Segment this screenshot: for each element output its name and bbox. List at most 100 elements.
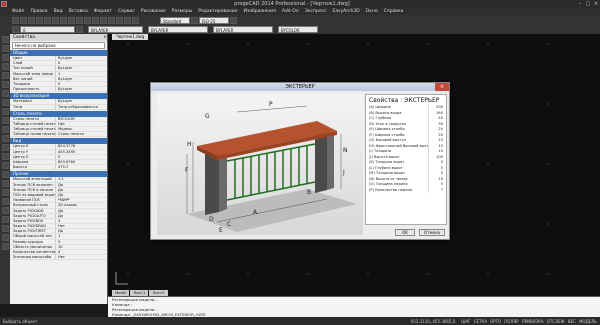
property-value[interactable]: Тени отбрасываются — [56, 105, 107, 109]
ellipse-tool-icon[interactable] — [1, 90, 9, 97]
zoom-window-icon[interactable] — [108, 16, 115, 24]
property-value[interactable]: 0 — [56, 82, 107, 86]
menu-item[interactable]: Редактирование — [198, 9, 237, 14]
spline-tool-icon[interactable] — [1, 99, 9, 106]
property-value[interactable]: ByLayer — [56, 77, 107, 81]
status-toggle[interactable]: ШАГ — [461, 319, 470, 324]
plot-style-combo[interactable]: BYCOLOR — [278, 26, 318, 33]
redo-icon[interactable] — [84, 16, 91, 24]
property-row[interactable]: Значения масштаба Нет — [10, 255, 107, 261]
status-toggle[interactable]: ВЕС — [568, 319, 576, 324]
lineweight-combo[interactable]: BYLAYER — [213, 26, 273, 33]
property-value[interactable]: Да — [56, 229, 107, 233]
pan-icon[interactable] — [92, 16, 99, 24]
minimize-button[interactable]: – — [576, 1, 584, 8]
property-value[interactable]: 3 — [56, 219, 107, 223]
property-row[interactable]: Тени Тени отбрасываются — [10, 104, 107, 110]
trim-tool-icon[interactable] — [1, 207, 9, 214]
selection-combo[interactable]: Ничего не выбрано — [12, 42, 105, 49]
doc-tab[interactable]: Чертеж1.dwg — [112, 34, 149, 40]
ok-button[interactable]: OK — [395, 229, 415, 236]
property-value[interactable]: 0 — [56, 61, 107, 65]
property-value[interactable]: 1:1 — [56, 177, 107, 181]
dialog-param-value[interactable]: 7 — [428, 187, 446, 193]
property-value[interactable]: *МИР* — [56, 198, 107, 202]
status-toggle[interactable]: ПОЛЯР — [504, 319, 518, 324]
menu-item[interactable]: Файл — [12, 9, 24, 14]
text-style-icon[interactable] — [191, 16, 198, 24]
copy-icon[interactable] — [60, 16, 67, 24]
property-value[interactable]: 2D каркас — [56, 203, 107, 207]
menu-item[interactable]: Правка — [30, 9, 47, 14]
property-value[interactable]: ByLayer — [56, 87, 107, 91]
color-combo[interactable]: BYLAYER — [88, 26, 143, 33]
copy-tool-icon[interactable] — [1, 162, 9, 169]
layer-combo[interactable]: 0 — [20, 26, 75, 33]
status-toggle[interactable]: МОДЕЛЬ — [579, 319, 597, 324]
insert-tool-icon[interactable] — [1, 144, 9, 151]
mirror-tool-icon[interactable] — [1, 189, 9, 196]
property-value[interactable]: 4 — [56, 250, 107, 254]
property-value[interactable]: 475.2 — [56, 165, 107, 169]
menu-item[interactable]: Справка — [384, 9, 404, 14]
property-value[interactable]: ByLayer — [56, 66, 107, 70]
property-value[interactable]: 0 — [56, 155, 107, 159]
move-tool-icon[interactable] — [1, 153, 9, 160]
preview-icon[interactable] — [44, 16, 51, 24]
dim-style-combo[interactable]: ISO-25 — [199, 16, 229, 24]
polygon-tool-icon[interactable] — [1, 81, 9, 88]
offset-tool-icon[interactable] — [1, 198, 9, 205]
cut-icon[interactable] — [52, 16, 59, 24]
status-toggle[interactable]: СЕТКА — [474, 319, 487, 324]
linetype-combo[interactable]: BYLAYER — [148, 26, 208, 33]
property-value[interactable]: 5 — [56, 240, 107, 244]
save-icon[interactable] — [28, 16, 35, 24]
properties-icon[interactable] — [116, 16, 123, 24]
menu-item[interactable]: Формат — [94, 9, 112, 14]
status-toggle[interactable]: ПРИВЯЗКА — [522, 319, 544, 324]
property-value[interactable]: Да — [56, 188, 107, 192]
explode-tool-icon[interactable] — [1, 234, 9, 241]
property-value[interactable]: Да — [56, 214, 107, 218]
command-window[interactable]: Регенерация модели... Команда : Регенераци… — [108, 296, 600, 317]
erase-tool-icon[interactable] — [1, 243, 9, 250]
undo-icon[interactable] — [76, 16, 83, 24]
text-style-combo[interactable]: Standard — [160, 16, 190, 24]
menu-item[interactable]: Окно — [366, 9, 378, 14]
property-row[interactable]: Таблица типов печати Стиль печати — [10, 132, 107, 138]
menu-item[interactable]: Сервис — [118, 9, 135, 14]
layer-manager-icon[interactable] — [12, 26, 19, 33]
scale-tool-icon[interactable] — [1, 180, 9, 187]
property-value[interactable]: 455.3495 — [56, 150, 107, 154]
menu-item[interactable]: Вставка — [69, 9, 88, 14]
block-tool-icon[interactable] — [1, 135, 9, 142]
menu-item[interactable]: Размеры — [172, 9, 192, 14]
print-icon[interactable] — [36, 16, 43, 24]
arc-tool-icon[interactable] — [1, 54, 9, 61]
hatch-tool-icon[interactable] — [1, 108, 9, 115]
property-row[interactable]: Прозрачность ByLayer — [10, 87, 107, 93]
dim-style-icon[interactable] — [230, 16, 237, 24]
property-value[interactable]: 1 — [56, 234, 107, 238]
close-button[interactable]: × — [592, 1, 600, 8]
maximize-button[interactable]: □ — [584, 1, 592, 8]
menu-item[interactable]: Экспресс — [305, 9, 327, 14]
new-icon[interactable] — [12, 16, 19, 24]
property-value[interactable]: Да — [56, 183, 107, 187]
rectangle-tool-icon[interactable] — [1, 72, 9, 79]
menu-item[interactable]: Вид — [54, 9, 63, 14]
property-value[interactable]: BYCOLOR — [56, 117, 107, 121]
circle-tool-icon[interactable] — [1, 63, 9, 70]
point-tool-icon[interactable] — [1, 126, 9, 133]
status-toggle[interactable]: ОРТО — [490, 319, 501, 324]
make-current-icon[interactable] — [76, 26, 83, 33]
property-value[interactable]: 824.3776 — [56, 144, 107, 148]
menu-item[interactable]: Изображения — [244, 9, 276, 14]
property-value[interactable]: Нет — [56, 122, 107, 126]
property-value[interactable]: 829.6784 — [56, 160, 107, 164]
cancel-button[interactable]: Отмена — [419, 229, 445, 236]
dialog-param-row[interactable]: (P) Количество перила 7 — [366, 187, 446, 193]
status-toggle[interactable]: ОТСЛЕЖ — [547, 319, 565, 324]
property-row[interactable]: Высота 475.2 — [10, 165, 107, 171]
property-value[interactable]: ByLayer — [56, 56, 107, 60]
